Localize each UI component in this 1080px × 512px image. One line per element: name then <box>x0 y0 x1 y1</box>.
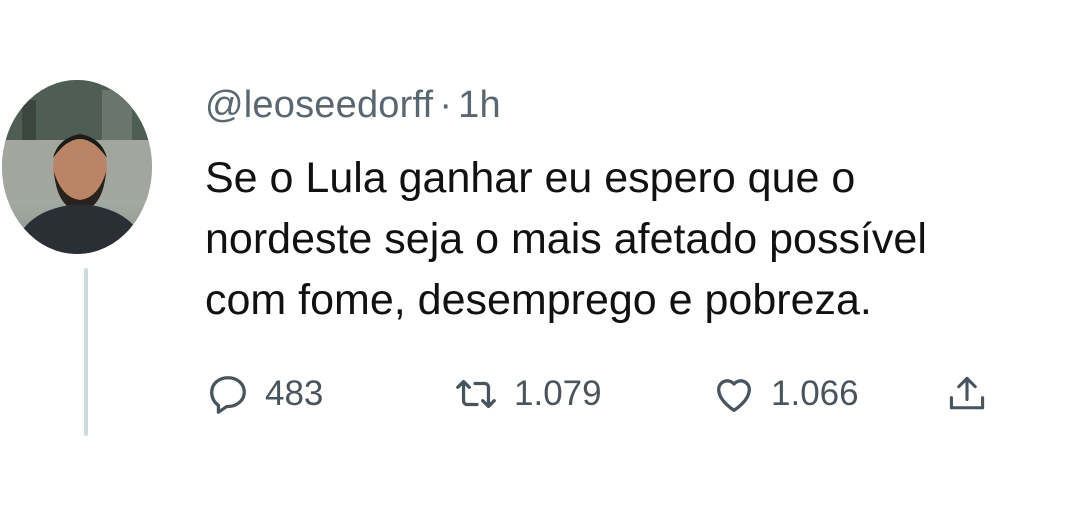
tweet-text-line: Se o Lula ganhar eu espero que o <box>205 154 856 202</box>
reply-icon <box>205 371 251 417</box>
tweet-timestamp[interactable]: 1h <box>458 84 501 126</box>
thread-line <box>84 268 88 436</box>
like-button[interactable]: 1.066 <box>711 364 859 424</box>
retweet-button[interactable]: 1.079 <box>452 364 602 424</box>
share-button[interactable] <box>945 364 989 424</box>
tweet: @leoseedorff · 1h Se o Lula ganhar eu espe… <box>0 0 1080 512</box>
like-count: 1.066 <box>771 374 859 413</box>
tweet-header: @leoseedorff · 1h <box>205 84 501 127</box>
retweet-icon <box>452 371 500 417</box>
reply-count: 483 <box>265 374 324 413</box>
reply-button[interactable]: 483 <box>205 364 323 424</box>
header-separator: · <box>439 84 453 126</box>
tweet-text-line: com fome, desemprego e pobreza. <box>205 276 872 324</box>
tweet-text-line: nordeste seja o mais afetado possível <box>205 215 927 263</box>
share-icon <box>945 371 989 417</box>
user-handle[interactable]: @leoseedorff <box>205 84 433 126</box>
tweet-text: Se o Lula ganhar eu espero que o nordest… <box>205 148 1065 331</box>
avatar-photo <box>2 80 152 254</box>
tweet-actions: 483 1.079 1.066 <box>205 364 1035 424</box>
avatar[interactable] <box>2 80 152 254</box>
retweet-count: 1.079 <box>514 374 602 413</box>
heart-icon <box>711 371 757 417</box>
